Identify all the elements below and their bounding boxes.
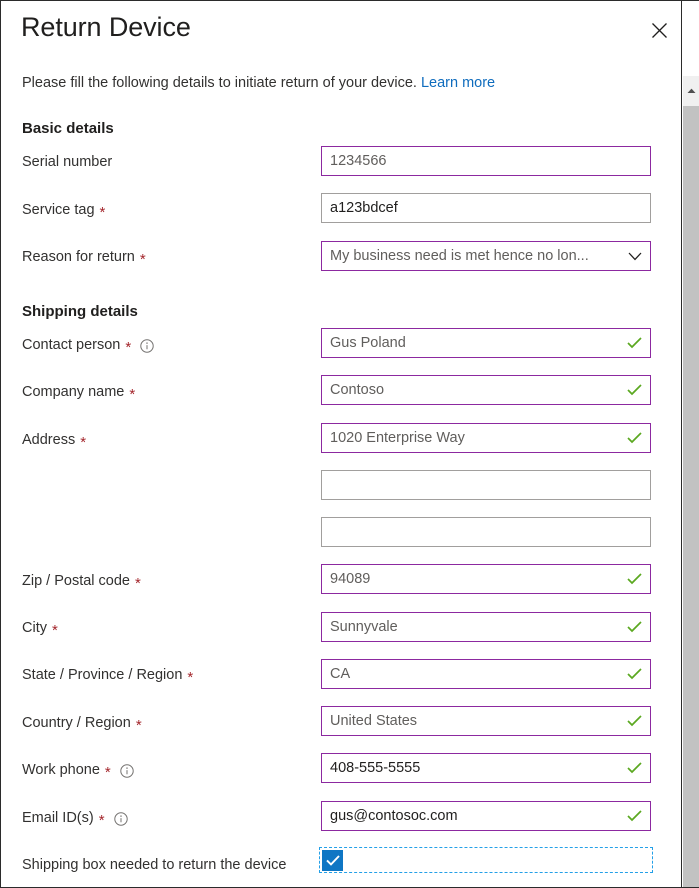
valid-check-icon bbox=[627, 573, 642, 585]
section-heading-basic-details: Basic details bbox=[22, 120, 114, 137]
label-state-province-region: State / Province / Region * bbox=[22, 665, 193, 685]
return-device-dialog: Return Device Please fill the following … bbox=[0, 0, 699, 888]
label-text: Work phone bbox=[22, 762, 100, 778]
serial-number-input[interactable]: 1234566 bbox=[321, 146, 651, 176]
reason-for-return-dropdown[interactable]: My business need is met hence no lon... bbox=[321, 241, 651, 271]
label-text: Address bbox=[22, 432, 76, 448]
state-province-region-input[interactable]: CA bbox=[321, 659, 651, 689]
shipping-box-checkbox[interactable] bbox=[322, 850, 343, 871]
country-region-value: United States bbox=[330, 713, 418, 729]
scrollbar[interactable] bbox=[681, 1, 699, 887]
label-contact-person: Contact person * bbox=[22, 335, 154, 355]
required-marker: * bbox=[98, 811, 105, 829]
info-icon[interactable] bbox=[140, 339, 154, 353]
label-serial-number: Serial number bbox=[22, 152, 112, 172]
state-province-region-value: CA bbox=[330, 666, 351, 682]
required-marker: * bbox=[104, 763, 111, 781]
required-marker: * bbox=[135, 574, 141, 592]
zip-postal-code-input[interactable]: 94089 bbox=[321, 564, 651, 594]
city-value: Sunnyvale bbox=[330, 619, 398, 635]
learn-more-link[interactable]: Learn more bbox=[421, 75, 495, 91]
intro-text: Please fill the following details to ini… bbox=[22, 75, 495, 91]
serial-number-value: 1234566 bbox=[330, 153, 387, 169]
page-title: Return Device bbox=[21, 12, 191, 42]
email-ids-input[interactable]: gus@contosoc.com bbox=[321, 801, 651, 831]
valid-check-icon bbox=[627, 621, 642, 633]
work-phone-input[interactable]: 408-555-5555 bbox=[321, 753, 651, 783]
label-text: State / Province / Region bbox=[22, 667, 183, 683]
valid-check-icon bbox=[627, 432, 642, 444]
label-text: City bbox=[22, 620, 47, 636]
label-country-region: Country / Region * bbox=[22, 713, 142, 733]
chevron-down-icon[interactable] bbox=[628, 252, 642, 261]
info-icon[interactable] bbox=[120, 764, 134, 778]
address-line3-input[interactable] bbox=[321, 517, 651, 547]
required-marker: * bbox=[139, 250, 146, 268]
required-marker: * bbox=[80, 433, 87, 451]
shipping-box-focus-ring bbox=[319, 847, 653, 873]
valid-check-icon bbox=[627, 668, 642, 680]
work-phone-value: 408-555-5555 bbox=[330, 760, 421, 776]
address-line1-input[interactable]: 1020 Enterprise Way bbox=[321, 423, 651, 453]
zip-postal-code-value: 94089 bbox=[330, 571, 371, 587]
label-email-ids: Email ID(s) * bbox=[22, 808, 128, 828]
label-text: Contact person bbox=[22, 337, 121, 353]
reason-for-return-value: My business need is met hence no lon... bbox=[330, 248, 589, 264]
required-marker: * bbox=[129, 385, 136, 403]
label-text: Zip / Postal code bbox=[22, 573, 130, 589]
country-region-input[interactable]: United States bbox=[321, 706, 651, 736]
label-zip-postal-code: Zip / Postal code * bbox=[22, 571, 141, 591]
address-line1-value: 1020 Enterprise Way bbox=[330, 430, 465, 446]
email-ids-value: gus@contosoc.com bbox=[330, 808, 458, 824]
shipping-box-label: Shipping box needed to return the device bbox=[22, 857, 287, 873]
address-line2-input[interactable] bbox=[321, 470, 651, 500]
valid-check-icon bbox=[627, 810, 642, 822]
scroll-up-arrow-icon[interactable] bbox=[683, 76, 699, 106]
contact-person-input[interactable]: Gus Poland bbox=[321, 328, 651, 358]
valid-check-icon bbox=[627, 337, 642, 349]
service-tag-input[interactable]: a123bdcef bbox=[321, 193, 651, 223]
service-tag-value: a123bdcef bbox=[330, 200, 398, 216]
valid-check-icon bbox=[627, 762, 642, 774]
label-text: Country / Region bbox=[22, 715, 131, 731]
scrollbar-thumb[interactable] bbox=[683, 106, 699, 887]
shipping-box-row: Shipping box needed to return the device bbox=[22, 851, 286, 879]
label-text: Serial number bbox=[22, 154, 113, 170]
city-input[interactable]: Sunnyvale bbox=[321, 612, 651, 642]
intro-description: Please fill the following details to ini… bbox=[22, 75, 417, 91]
label-work-phone: Work phone * bbox=[22, 760, 134, 780]
required-marker: * bbox=[51, 621, 58, 639]
label-company-name: Company name * bbox=[22, 382, 135, 402]
label-text: Reason for return bbox=[22, 249, 135, 265]
company-name-input[interactable]: Contoso bbox=[321, 375, 651, 405]
required-marker: * bbox=[99, 203, 106, 221]
info-icon[interactable] bbox=[113, 812, 128, 826]
label-text: Service tag bbox=[22, 202, 95, 218]
close-icon[interactable] bbox=[644, 15, 674, 45]
section-heading-shipping-details: Shipping details bbox=[22, 303, 138, 320]
valid-check-icon bbox=[627, 384, 642, 396]
required-marker: * bbox=[135, 716, 142, 734]
required-marker: * bbox=[187, 668, 194, 686]
contact-person-value: Gus Poland bbox=[330, 335, 406, 351]
label-service-tag: Service tag * bbox=[22, 200, 105, 220]
company-name-value: Contoso bbox=[330, 382, 385, 398]
label-text: Company name bbox=[22, 384, 125, 400]
dialog-header: Return Device bbox=[1, 1, 699, 63]
label-text: Email ID(s) bbox=[22, 810, 94, 826]
valid-check-icon bbox=[627, 715, 642, 727]
label-city: City * bbox=[22, 618, 58, 638]
label-address: Address * bbox=[22, 430, 86, 450]
label-reason-for-return: Reason for return * bbox=[22, 247, 146, 267]
required-marker: * bbox=[125, 338, 132, 356]
